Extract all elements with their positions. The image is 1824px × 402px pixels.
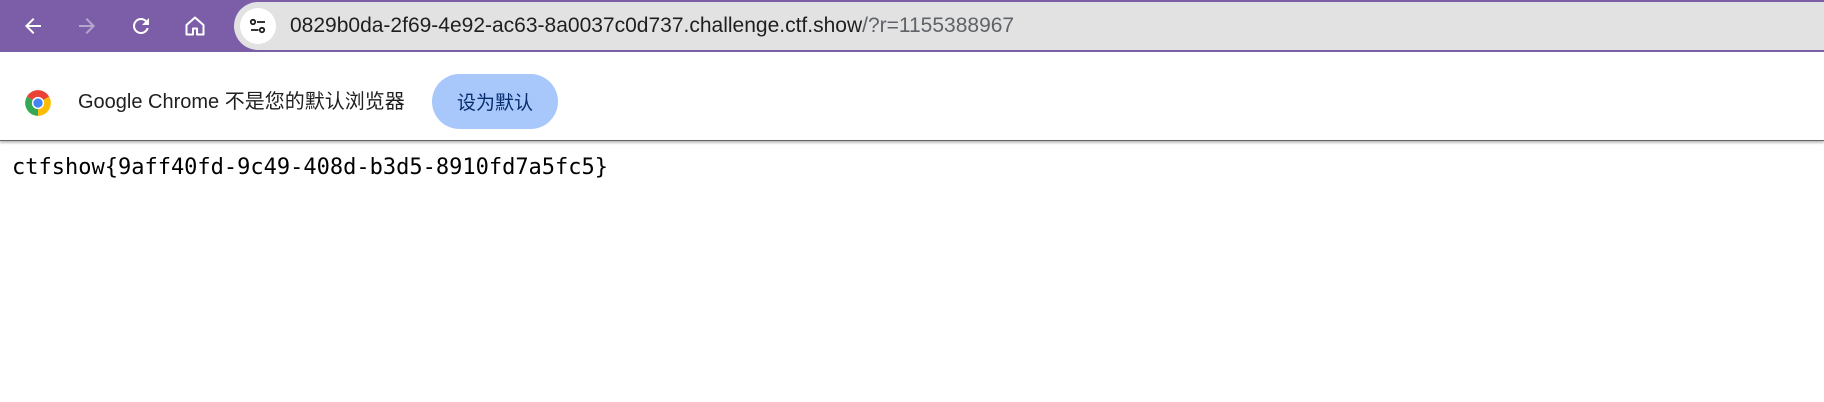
home-icon [185,16,205,36]
infobar-message: Google Chrome 不是您的默认浏览器 [78,91,405,113]
url-query: /?r=1155388967 [862,14,1015,37]
arrow-right-icon [79,18,95,34]
chrome-logo-icon [25,90,51,116]
tune-icon [249,18,266,34]
back-button[interactable] [13,6,53,46]
url-text[interactable]: 0829b0da-2f69-4e92-ac63-8a0037c0d737.cha… [290,13,1014,39]
reload-icon [132,17,149,34]
flag-text: ctfshow{9aff40fd-9c49-408d-b3d5-8910fd7a… [12,155,609,180]
forward-button[interactable] [67,6,107,46]
site-info-button[interactable] [240,8,276,44]
url-host: 0829b0da-2f69-4e92-ac63-8a0037c0d737.cha… [290,14,863,37]
address-bar[interactable]: 0829b0da-2f69-4e92-ac63-8a0037c0d737.cha… [234,2,1824,50]
set-default-button[interactable]: 设为默认 [432,74,558,129]
reload-button[interactable] [121,6,161,46]
browser-toolbar: 0829b0da-2f69-4e92-ac63-8a0037c0d737.cha… [0,0,1824,52]
arrow-left-icon [25,18,41,34]
home-button[interactable] [175,6,215,46]
